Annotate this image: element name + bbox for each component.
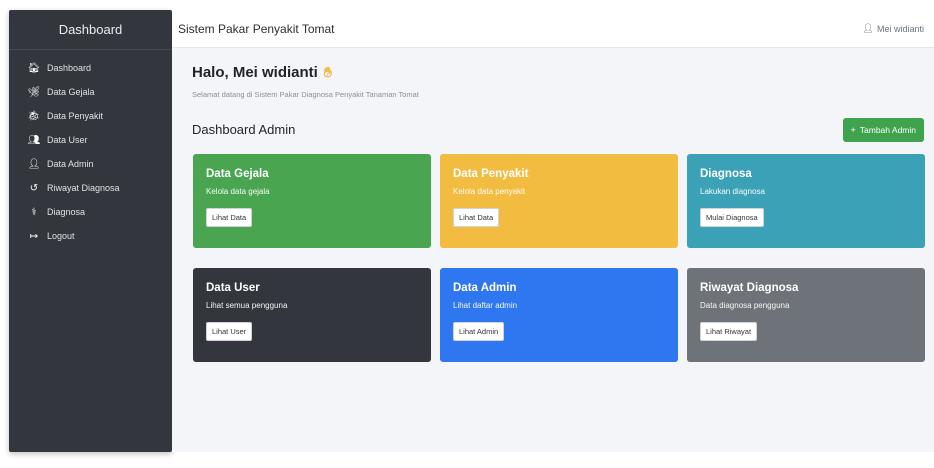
sidebar-item-data-user[interactable]: 👥︎ Data User [9,128,172,152]
plus-icon: + [850,125,856,135]
lihat-admin-button[interactable]: Lihat Admin [453,322,505,341]
history-icon: ↺ [29,182,39,194]
lihat-riwayat-button[interactable]: Lihat Riwayat [700,322,758,341]
card-data-penyakit: Data Penyakit Kelola data penyakit Lihat… [440,154,678,248]
bug-icon: 🐞︎ [27,110,41,122]
lihat-data-penyakit-button[interactable]: Lihat Data [453,208,500,227]
sidebar-item-label: Riwayat Diagnosa [47,183,120,193]
home-icon: 🏠︎ [27,62,41,74]
card-title: Data Gejala [206,168,269,180]
card-data-gejala: Data Gejala Kelola data gejala Lihat Dat… [193,154,431,248]
user-menu[interactable]: 👤︎ Mei widianti [863,23,924,34]
top-navbar: Sistem Pakar Penyakit Tomat 👤︎ Mei widia… [172,10,934,48]
app-title: Sistem Pakar Penyakit Tomat [178,21,335,36]
card-description: Data diagnosa pengguna [700,301,790,310]
sidebar-item-diagnosa[interactable]: ⚕ Diagnosa [9,200,172,224]
main-content: Halo, Mei widianti ✋︎ Selamat datang di S… [172,48,934,452]
card-description: Lakukan diagnosa [700,187,765,196]
sidebar-item-riwayat-diagnosa[interactable]: ↺ Riwayat Diagnosa [9,176,172,200]
card-description: Lihat semua pengguna [206,301,288,310]
sidebar-item-label: Data User [47,135,88,145]
mulai-diagnosa-button[interactable]: Mulai Diagnosa [700,208,764,227]
user-name: Mei widianti [876,23,924,34]
add-admin-label: Tambah Admin [859,125,916,135]
card-diagnosa: Diagnosa Lakukan diagnosa Mulai Diagnosa [687,154,925,248]
sidebar-title: Dashboard [9,10,172,50]
sidebar-item-data-penyakit[interactable]: 🐞︎ Data Penyakit [9,104,172,128]
lihat-data-gejala-button[interactable]: Lihat Data [206,208,253,227]
leaf-icon: 🌿︎ [27,86,41,98]
add-admin-button[interactable]: + Tambah Admin [842,118,924,142]
sidebar-item-label: Data Gejala [47,87,95,97]
card-data-user: Data User Lihat semua pengguna Lihat Use… [193,268,431,362]
card-description: Lihat daftar admin [453,301,518,310]
logout-icon: ↦ [29,230,39,242]
sidebar-item-label: Data Penyakit [47,111,104,121]
waving-hand-icon: ✋︎ [323,64,332,80]
lihat-user-button[interactable]: Lihat User [206,322,253,341]
sidebar: Dashboard 🏠︎ Dashboard 🌿︎ Data Gejala 🐞︎… [9,10,172,452]
card-title: Data Admin [453,282,517,294]
card-description: Kelola data penyakit [453,187,526,196]
card-title: Data Penyakit [453,168,529,180]
user-icon: 👤︎ [862,23,874,33]
sidebar-item-data-admin[interactable]: 👤︎ Data Admin [9,152,172,176]
card-title: Diagnosa [700,168,752,180]
sidebar-item-label: Dashboard [47,63,92,73]
greeting-text: Halo, Mei widianti [192,64,318,81]
card-riwayat-diagnosa: Riwayat Diagnosa Data diagnosa pengguna … [687,268,925,362]
app-window: Dashboard 🏠︎ Dashboard 🌿︎ Data Gejala 🐞︎… [0,0,934,468]
welcome-subtitle: Selamat datang di Sistem Pakar Diagnosa … [192,90,419,99]
user-shield-icon: 👤︎ [27,158,41,170]
sidebar-item-label: Logout [47,231,75,241]
card-title: Data User [206,282,260,294]
card-data-admin: Data Admin Lihat daftar admin Lihat Admi… [440,268,678,362]
sidebar-item-label: Data Admin [47,159,94,169]
sidebar-item-data-gejala[interactable]: 🌿︎ Data Gejala [9,80,172,104]
stethoscope-icon: ⚕ [31,206,37,218]
card-description: Kelola data gejala [206,187,270,196]
card-title: Riwayat Diagnosa [700,282,799,294]
users-icon: 👥︎ [27,134,41,146]
section-title: Dashboard Admin [192,122,296,137]
greeting-heading: Halo, Mei widianti ✋︎ [192,64,332,81]
sidebar-menu: 🏠︎ Dashboard 🌿︎ Data Gejala 🐞︎ Data Peny… [9,50,172,248]
sidebar-item-logout[interactable]: ↦ Logout [9,224,172,248]
sidebar-item-label: Diagnosa [47,207,86,217]
sidebar-item-dashboard[interactable]: 🏠︎ Dashboard [9,56,172,80]
